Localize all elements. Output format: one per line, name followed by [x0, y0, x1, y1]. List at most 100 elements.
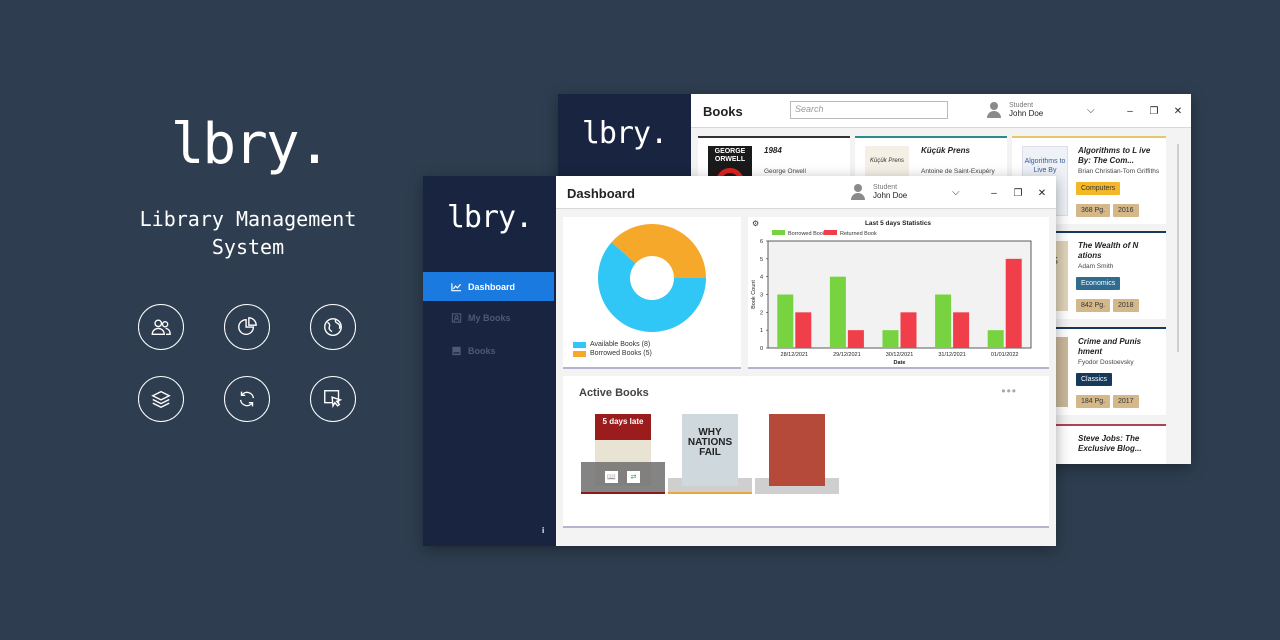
minimize-icon[interactable]: – [1125, 106, 1135, 117]
legend-available: Available Books (8) [573, 341, 650, 348]
bar [900, 312, 917, 348]
pages-tag: 184 Pg. [1076, 395, 1111, 408]
book-title: 1984 [764, 146, 782, 155]
close-icon[interactable]: ✕ [1037, 188, 1047, 199]
dashboard-topbar: Dashboard Student John Doe ⌵ – ❐ ✕ [556, 176, 1056, 209]
books-user-menu[interactable]: Student John Doe [987, 102, 1043, 118]
book-cover-text: WHY NATIONS FAIL [687, 427, 733, 458]
bar-chart-panel: Last 5 days Statistics ⚙ Borrowed Book Retu… [748, 217, 1049, 369]
user-role: Student [1009, 102, 1034, 109]
y-tick-label: 0 [760, 346, 763, 352]
user-menu[interactable]: Student John Doe [851, 184, 907, 200]
book-author: Fyodor Dostoevsky [1078, 359, 1134, 366]
legend-swatch [573, 350, 586, 357]
return-book-button[interactable]: ⇄ [627, 471, 640, 483]
nav-item-my-books[interactable]: My Books [423, 303, 554, 332]
book-title: Algorithms to L ive By: The Com... [1078, 146, 1151, 165]
minimize-icon[interactable]: – [989, 188, 999, 199]
search-input[interactable]: Search [790, 101, 948, 119]
active-book-item[interactable] [755, 414, 839, 494]
active-books-title: Active Books [579, 387, 649, 399]
legend-swatch [573, 341, 586, 348]
book-status-bar [581, 492, 665, 494]
pages-tag: 842 Pg. [1076, 299, 1111, 312]
line-chart-icon [451, 282, 462, 291]
layers-icon [138, 376, 184, 422]
category-tag: Economics [1076, 277, 1121, 290]
book-title: Küçük Prens [921, 146, 970, 155]
year-tag: 2016 [1113, 204, 1139, 217]
book-cover-text: Algorithms to Live By [1024, 158, 1066, 174]
legend-swatch [824, 230, 837, 235]
info-icon[interactable]: i [542, 526, 544, 535]
cursor-icon [310, 376, 356, 422]
pie-chart-icon [224, 304, 270, 350]
category-tag: Computers [1076, 182, 1121, 195]
nav-item-books[interactable]: Books [423, 336, 554, 365]
nav-label: Books [468, 345, 496, 356]
active-book-item[interactable]: WHY NATIONS FAIL [668, 414, 752, 494]
y-tick-label: 4 [760, 275, 763, 281]
restore-icon[interactable]: ❐ [1013, 188, 1023, 199]
more-options-icon[interactable]: ••• [1001, 384, 1017, 398]
window-controls: – ❐ ✕ [989, 188, 1047, 199]
book-status-bar [755, 492, 839, 494]
x-axis-label: Date [894, 360, 906, 366]
category-tag: Classics [1076, 373, 1113, 386]
refresh-icon [224, 376, 270, 422]
x-tick-label: 01/01/2022 [991, 352, 1019, 358]
legend-label: Returned Book [840, 231, 877, 237]
active-book-item[interactable]: 5 days late 📖 ⇄ [581, 414, 665, 494]
bar [847, 330, 864, 348]
book-cover-text: Küçük Prens [869, 158, 905, 164]
bar [795, 312, 812, 348]
read-book-button[interactable]: 📖 [605, 471, 618, 483]
user-name: John Doe [873, 191, 908, 200]
x-tick-label: 29/12/2021 [833, 352, 861, 358]
active-books-panel: Active Books ••• 5 days late 📖 ⇄ WHY NAT… [563, 376, 1049, 528]
book-title: The Wealth of N ations [1078, 241, 1139, 260]
book-status-bar [668, 492, 752, 494]
globe-icon [310, 304, 356, 350]
book-shelf [581, 462, 665, 494]
bar-chart: Last 5 days Statistics ⚙ Borrowed Book Retu… [751, 219, 1032, 366]
dashboard-window: lbry. Dashboard My Books Books i Dashboa… [423, 176, 1056, 546]
year-tag: 2018 [1113, 299, 1139, 312]
y-axis-label: Book Count [751, 280, 757, 309]
user-role: Student [873, 184, 898, 191]
close-icon[interactable]: ✕ [1173, 106, 1183, 117]
legend-borrowed: Borrowed Books (5) [573, 350, 652, 357]
book-cover [769, 414, 825, 486]
chevron-down-icon[interactable]: ⌵ [952, 187, 960, 198]
promo-logo: lbry. [170, 112, 332, 177]
bar [1005, 258, 1022, 348]
late-badge: 5 days late [595, 414, 651, 440]
nav-item-dashboard[interactable]: Dashboard [423, 272, 554, 301]
dashboard-sidebar-logo: lbry. [446, 200, 533, 235]
legend-label: Available Books (8) [590, 341, 651, 348]
book-author: Adam Smith [1078, 263, 1114, 270]
books-topbar: Books Search Student John Doe ⌵ – ❐ ✕ [691, 94, 1191, 128]
user-name: John Doe [1009, 109, 1044, 118]
book-cover-text: GEORGE ORWELL [714, 148, 746, 163]
restore-icon[interactable]: ❐ [1149, 106, 1159, 117]
chart-title: Last 5 days Statistics [865, 220, 931, 227]
dashboard-sidebar: lbry. Dashboard My Books Books i [423, 176, 556, 546]
users-icon [138, 304, 184, 350]
gear-icon[interactable]: ⚙ [752, 219, 759, 228]
pages-tag: 368 Pg. [1076, 204, 1111, 217]
x-tick-label: 30/12/2021 [886, 352, 914, 358]
avatar-icon [987, 102, 1001, 118]
book-author: Antoine de Saint-Exupéry [921, 168, 995, 175]
bar [882, 330, 899, 348]
chevron-down-icon[interactable]: ⌵ [1087, 105, 1095, 116]
donut-chart [598, 224, 706, 332]
nav-label: Dashboard [468, 281, 516, 292]
scrollbar[interactable] [1177, 144, 1179, 352]
legend-swatch [772, 230, 785, 235]
book-title: Crime and Punis hment [1078, 337, 1142, 356]
avatar-icon [851, 184, 865, 200]
book-cover: WHY NATIONS FAIL [682, 414, 738, 486]
legend-label: Borrowed Books (5) [590, 350, 652, 357]
book-title: Steve Jobs: The Exclusive Blog... [1078, 434, 1142, 453]
